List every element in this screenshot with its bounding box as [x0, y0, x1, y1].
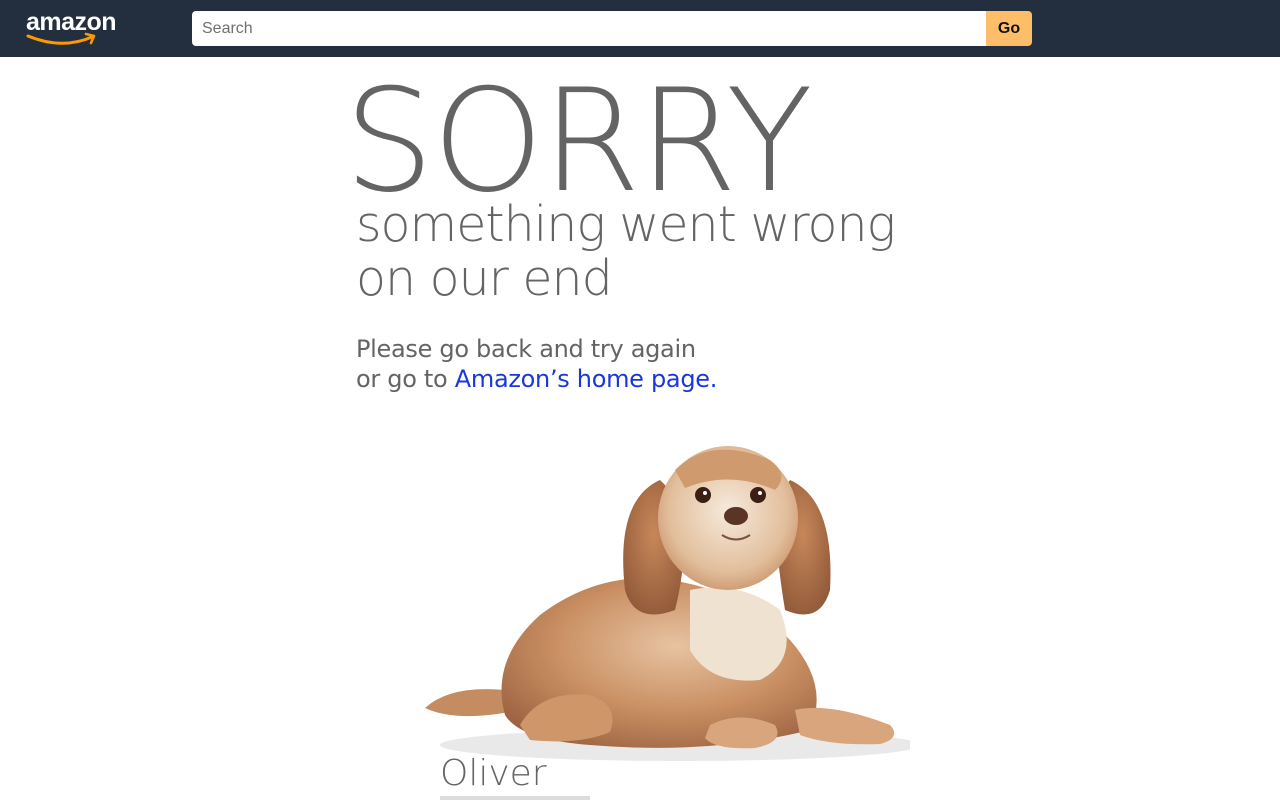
subheading-line-1: something went wrong: [356, 196, 896, 253]
amazon-logo[interactable]: amazon: [26, 8, 128, 48]
go-button[interactable]: Go: [986, 11, 1032, 46]
dog-caption-partial: [440, 796, 590, 800]
instructions: Please go back and try again or go to Am…: [356, 334, 717, 394]
dog-photo-icon: [425, 446, 910, 761]
error-subheading: something went wrong on our end: [356, 196, 896, 307]
logo-smile-icon: [26, 32, 96, 45]
subheading-line-2: on our end: [356, 250, 613, 307]
top-navigation-bar: amazon Go: [0, 0, 1280, 57]
instruction-line-2: or go to Amazon’s home page.: [356, 364, 717, 394]
instruction-line-1: Please go back and try again: [356, 335, 696, 363]
search-input[interactable]: [192, 11, 986, 46]
home-page-link[interactable]: Amazon’s home page.: [455, 365, 718, 393]
instruction-prefix: or go to: [356, 365, 455, 393]
dog-name: Oliver: [440, 753, 547, 794]
